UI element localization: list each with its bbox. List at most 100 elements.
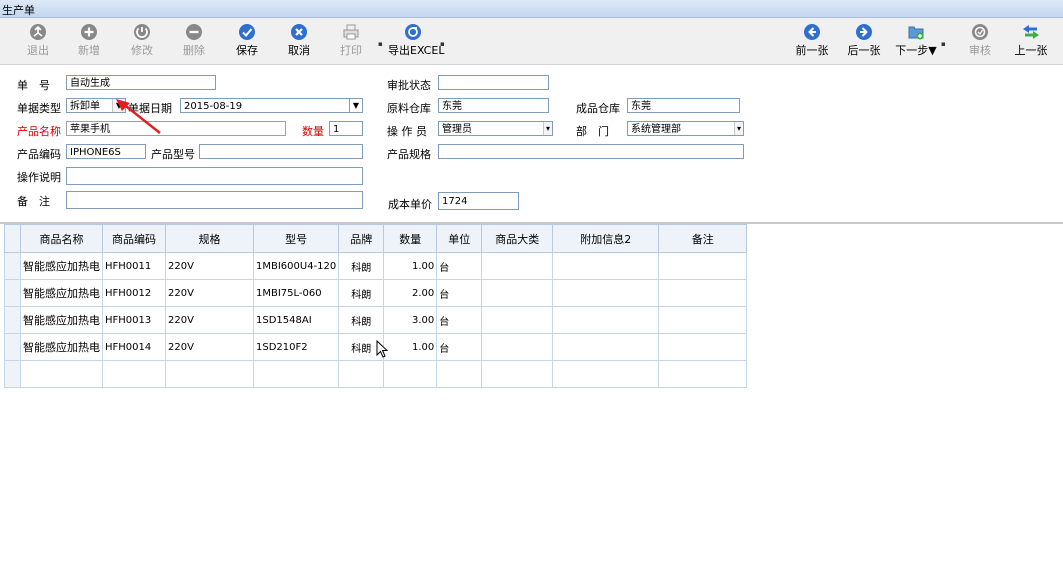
order-no-field[interactable]: 自动生成 <box>66 75 216 90</box>
table-row[interactable] <box>4 360 748 388</box>
table-cell[interactable]: 1.00 <box>383 333 438 361</box>
column-header[interactable]: 数量 <box>383 224 438 253</box>
table-cell[interactable] <box>383 360 438 388</box>
finished-warehouse-field[interactable]: 东莞 <box>627 98 740 113</box>
remark-field[interactable] <box>66 191 363 209</box>
operation-note-field[interactable] <box>66 167 363 185</box>
row-selector[interactable] <box>4 360 21 388</box>
column-header[interactable]: 附加信息2 <box>552 224 660 253</box>
doc-date-picker[interactable]: 2015-08-19 ▼ <box>180 98 363 113</box>
row-selector[interactable] <box>4 333 21 361</box>
operator-select[interactable]: 管理员 ▾ <box>438 121 553 136</box>
table-cell[interactable] <box>436 360 483 388</box>
table-cell[interactable] <box>552 252 660 280</box>
table-cell[interactable]: 220V <box>165 333 254 361</box>
next-step-button[interactable]: 下一步▼ <box>894 22 938 62</box>
table-cell[interactable] <box>658 252 748 280</box>
table-cell[interactable]: 2.00 <box>383 279 438 307</box>
table-cell[interactable] <box>481 333 554 361</box>
table-cell[interactable] <box>658 360 748 388</box>
table-cell[interactable]: 1SD210F2 <box>252 333 340 361</box>
table-cell[interactable]: 220V <box>165 252 254 280</box>
table-cell[interactable] <box>658 279 748 307</box>
table-cell[interactable] <box>165 360 254 388</box>
product-name-field[interactable]: 苹果手机 <box>66 121 286 136</box>
table-cell[interactable]: 台 <box>436 279 483 307</box>
table-cell[interactable]: 220V <box>165 279 254 307</box>
print-dropdown-icon[interactable]: ▪ <box>378 40 383 48</box>
column-header[interactable]: 商品名称 <box>20 224 103 253</box>
column-header[interactable]: 单位 <box>436 224 483 253</box>
save-button[interactable]: 保存 <box>227 22 267 62</box>
table-cell[interactable]: HFH0014 <box>102 333 166 361</box>
table-cell[interactable] <box>552 333 660 361</box>
row-selector[interactable] <box>4 252 21 280</box>
previous-record-button[interactable]: 上一张 <box>1011 22 1051 62</box>
date-dropdown-icon[interactable]: ▼ <box>349 99 362 112</box>
table-cell[interactable] <box>552 279 660 307</box>
table-cell[interactable] <box>658 306 748 334</box>
table-cell[interactable] <box>552 360 660 388</box>
product-model-field[interactable] <box>199 144 363 159</box>
table-cell[interactable]: 台 <box>436 252 483 280</box>
row-selector-header[interactable] <box>4 224 21 253</box>
row-selector[interactable] <box>4 279 21 307</box>
qty-field[interactable]: 1 <box>329 121 363 136</box>
prev-record-button[interactable]: 前一张 <box>792 22 832 62</box>
delete-button[interactable]: 删除 <box>174 22 214 62</box>
table-row[interactable]: 智能感应加热电 HFH0012 220V 1MBI75L-060 科朗 2.00 台 <box>4 279 748 307</box>
table-cell[interactable]: 智能感应加热电 <box>20 252 103 280</box>
table-row[interactable]: 智能感应加热电 HFH0011 220V 1MBI600U4-120 科朗 1.00 台 <box>4 252 748 280</box>
table-cell[interactable] <box>481 252 554 280</box>
approval-status-field[interactable] <box>438 75 549 90</box>
table-cell[interactable] <box>252 360 340 388</box>
row-selector[interactable] <box>4 306 21 334</box>
table-cell[interactable]: 1.00 <box>383 252 438 280</box>
table-cell[interactable]: 科朗 <box>338 306 385 334</box>
table-cell[interactable]: 科朗 <box>338 279 385 307</box>
next-record-button[interactable]: 后一张 <box>844 22 884 62</box>
table-cell[interactable]: HFH0011 <box>102 252 166 280</box>
table-cell[interactable]: 台 <box>436 306 483 334</box>
product-code-field[interactable]: IPHONE6S <box>66 144 146 159</box>
next-step-dropdown-icon[interactable]: ▪ <box>941 40 946 48</box>
table-cell[interactable]: 科朗 <box>338 252 385 280</box>
column-header[interactable]: 型号 <box>252 224 340 253</box>
column-header[interactable]: 商品大类 <box>481 224 554 253</box>
table-cell[interactable] <box>481 279 554 307</box>
table-cell[interactable]: 1SD1548AI <box>252 306 340 334</box>
column-header[interactable]: 品牌 <box>338 224 385 253</box>
table-cell[interactable]: 1MBI75L-060 <box>252 279 340 307</box>
raw-warehouse-field[interactable]: 东莞 <box>438 98 549 113</box>
department-select[interactable]: 系统管理部 ▾ <box>627 121 744 136</box>
table-cell[interactable]: 智能感应加热电 <box>20 333 103 361</box>
table-cell[interactable] <box>338 360 385 388</box>
export-excel-button[interactable]: 导出EXCEL <box>388 22 444 62</box>
table-cell[interactable]: 3.00 <box>383 306 438 334</box>
unit-cost-field[interactable]: 1724 <box>438 192 519 210</box>
table-cell[interactable] <box>102 360 166 388</box>
cancel-button[interactable]: 取消 <box>279 22 319 62</box>
table-cell[interactable]: 智能感应加热电 <box>20 279 103 307</box>
table-cell[interactable] <box>481 360 554 388</box>
column-header[interactable]: 商品编码 <box>102 224 166 253</box>
product-spec-field[interactable] <box>438 144 744 159</box>
audit-button[interactable]: 审核 <box>960 22 1000 62</box>
table-cell[interactable] <box>658 333 748 361</box>
table-cell[interactable]: HFH0012 <box>102 279 166 307</box>
column-header[interactable]: 备注 <box>658 224 748 253</box>
table-cell[interactable]: 智能感应加热电 <box>20 306 103 334</box>
department-dropdown-icon[interactable]: ▾ <box>734 122 743 135</box>
table-cell[interactable] <box>20 360 103 388</box>
table-row[interactable]: 智能感应加热电 HFH0013 220V 1SD1548AI 科朗 3.00 台 <box>4 306 748 334</box>
exit-button[interactable]: 退出 <box>18 22 58 62</box>
add-button[interactable]: 新增 <box>69 22 109 62</box>
operator-dropdown-icon[interactable]: ▾ <box>543 122 552 135</box>
print-button[interactable]: 打印 <box>331 22 371 62</box>
table-cell[interactable]: 220V <box>165 306 254 334</box>
table-cell[interactable]: 1MBI600U4-120 <box>252 252 340 280</box>
export-dropdown-icon[interactable]: ▪ <box>440 40 445 48</box>
column-header[interactable]: 规格 <box>165 224 254 253</box>
edit-button[interactable]: 修改 <box>122 22 162 62</box>
table-cell[interactable] <box>552 306 660 334</box>
